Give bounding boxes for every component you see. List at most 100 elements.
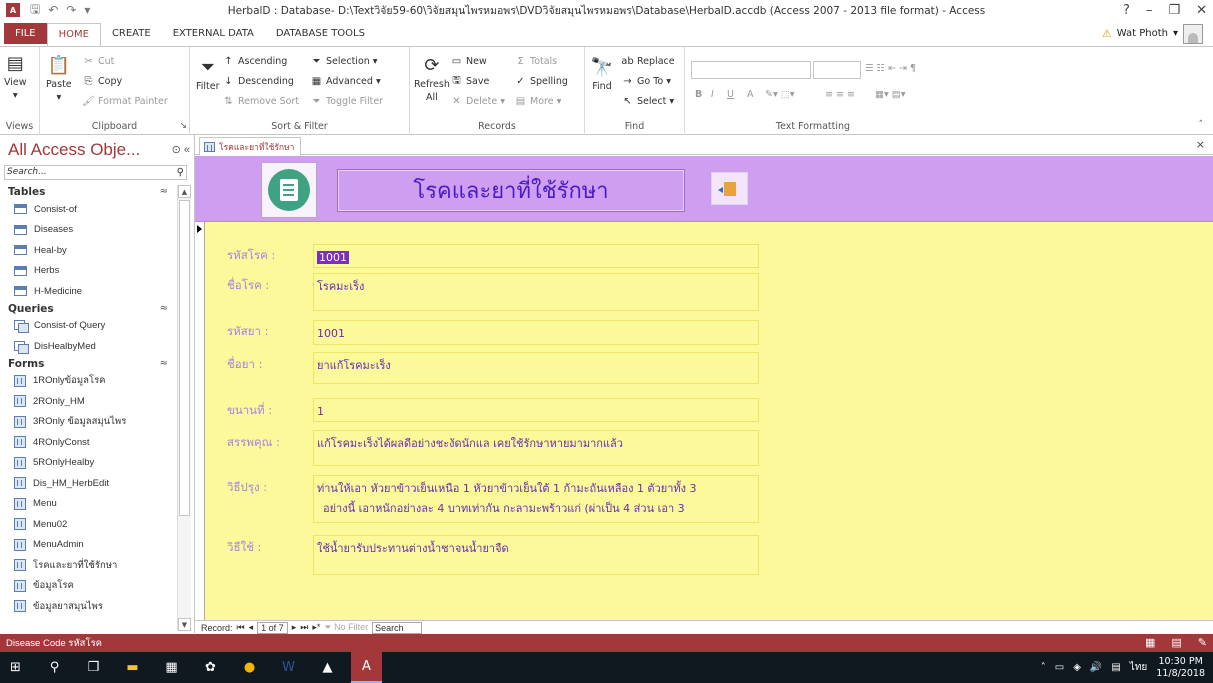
new-record-button[interactable]: ▭ New [450, 55, 487, 68]
nav-section-forms[interactable]: Forms ≈ [0, 357, 176, 371]
replace-button[interactable]: ab Replace [621, 55, 674, 68]
collapse-ribbon-icon[interactable]: ˄ [1199, 120, 1204, 130]
field-preparation[interactable]: ท่านให้เอา หัวยาข้าวเย็นเหนือ 1 หัวยาข้า… [313, 475, 759, 523]
chrome-icon[interactable]: ● [234, 652, 265, 683]
nav-item-form[interactable]: 1ROnlyข้อมูลโรค [0, 371, 176, 392]
more-button[interactable]: ▤ More ▾ [514, 95, 562, 108]
word-icon[interactable]: W [273, 652, 304, 683]
previous-record-icon[interactable]: ◂ [249, 622, 254, 633]
new-record-icon[interactable]: ▸* [312, 622, 320, 633]
nav-item-table[interactable]: Diseases [0, 220, 176, 241]
network-icon[interactable]: ◈ [1073, 662, 1081, 673]
sort-descending-button[interactable]: ↓ Descending [222, 75, 294, 88]
layout-view-icon[interactable]: ▤ [1171, 636, 1181, 649]
tab-database-tools[interactable]: DATABASE TOOLS [265, 23, 376, 44]
nav-pane-header[interactable]: All Access Obje... ⊙ « [0, 135, 194, 165]
app-icon[interactable]: ✿ [195, 652, 226, 683]
clock[interactable]: 10:30 PM 11/8/2018 [1156, 656, 1205, 680]
nav-item-form[interactable]: Dis_HM_HerbEdit [0, 473, 176, 494]
advanced-button[interactable]: ▦ Advanced ▾ [310, 75, 381, 88]
close-button[interactable]: ✕ [1196, 3, 1207, 18]
scroll-up-icon[interactable]: ▲ [178, 185, 191, 198]
nav-item-form[interactable]: Menu02 [0, 514, 176, 535]
font-color-button[interactable]: A [747, 89, 754, 100]
nav-section-queries[interactable]: Queries ≈ [0, 302, 176, 316]
nav-section-tables[interactable]: Tables ≈ [0, 185, 176, 199]
selection-button[interactable]: ⏷ Selection ▾ [310, 55, 378, 68]
font-size-dropdown[interactable] [813, 61, 861, 79]
customize-qat-icon[interactable]: ▾ [84, 3, 90, 17]
user-account[interactable]: ⚠ Wat Photh ▾ [1102, 20, 1203, 47]
delete-button[interactable]: ✕ Delete ▾ [450, 95, 505, 108]
last-record-icon[interactable]: ⏭ [300, 622, 308, 633]
bold-button[interactable]: B [695, 89, 702, 100]
chevron-up-icon[interactable]: ˄ [1041, 662, 1046, 673]
form-view-icon[interactable]: ▦ [1145, 636, 1155, 649]
battery-icon[interactable]: ▭ [1055, 662, 1064, 673]
first-record-icon[interactable]: ⏮ [237, 622, 245, 633]
record-selector[interactable] [195, 222, 205, 620]
nav-item-form[interactable]: โรคและยาที่ใช้รักษา [0, 555, 176, 576]
save-icon[interactable]: 🖫 [30, 0, 40, 21]
nav-pane-collapse-icon[interactable]: ⊙ « [172, 143, 190, 156]
nav-item-query[interactable]: Consist-of Query [0, 316, 176, 337]
save-record-button[interactable]: 🖫 Save [450, 75, 489, 88]
sort-ascending-button[interactable]: ↑ Ascending [222, 55, 287, 68]
nav-item-form[interactable]: ข้อมูลโรค [0, 576, 176, 597]
undo-icon[interactable]: ↶ [48, 3, 58, 17]
gridlines-button[interactable]: ▦▾ ▤▾ [875, 89, 906, 100]
nav-item-form[interactable]: ข้อมูลยาสมุนไพร [0, 596, 176, 617]
exit-form-button[interactable] [711, 172, 748, 205]
nav-item-query[interactable]: DisHealbyMed [0, 336, 176, 357]
field-medicine-name[interactable]: ยาแก้โรคมะเร็ง [313, 352, 759, 384]
help-button[interactable]: ? [1123, 3, 1130, 18]
language-indicator[interactable]: ไทย [1130, 660, 1147, 675]
nav-item-form[interactable]: 3ROnly ข้อมูลสมุนไพร [0, 412, 176, 433]
paste-button[interactable]: 📋 Paste ▾ [46, 53, 72, 104]
nav-item-form[interactable]: 5ROnlyHealby [0, 453, 176, 474]
list-buttons[interactable]: ☰ ☷ ⇤ ⇥ ¶ [865, 63, 916, 74]
field-disease-code[interactable]: 1001 [313, 244, 759, 268]
notification-icon[interactable]: ▤ [1111, 662, 1120, 673]
nav-scrollbar[interactable]: ▲ ▼ [177, 185, 191, 631]
document-tab-form[interactable]: โรคและยาที่ใช้รักษา [199, 137, 302, 156]
view-button[interactable]: ▤ View ▾ [4, 51, 27, 102]
file-explorer-icon[interactable]: ▬ [117, 652, 148, 683]
nav-search-input[interactable]: Search... ⚲ [4, 165, 187, 180]
field-properties[interactable]: แก้โรคมะเร็งได้ผลดีอย่างชะงัดนักแล เคยใช… [313, 430, 759, 466]
nav-item-form[interactable]: 4ROnlyConst [0, 432, 176, 453]
design-view-icon[interactable]: ✎ [1198, 636, 1207, 649]
scroll-down-icon[interactable]: ▼ [178, 618, 191, 631]
photos-icon[interactable]: ▲ [312, 652, 343, 683]
copy-button[interactable]: ⎘ Copy [82, 75, 123, 88]
format-painter-button[interactable]: 🖌 Format Painter [82, 95, 168, 108]
find-button[interactable]: 🔭 Find [591, 55, 613, 93]
toggle-filter-button[interactable]: ⏷ Toggle Filter [310, 95, 384, 108]
nav-item-form[interactable]: Menu [0, 494, 176, 515]
totals-button[interactable]: Σ Totals [514, 55, 557, 68]
goto-button[interactable]: → Go To ▾ [621, 75, 671, 88]
no-filter-button[interactable]: ⏷ No Filter [324, 622, 368, 633]
italic-button[interactable]: I [711, 89, 714, 100]
refresh-all-button[interactable]: ⟳ Refresh All [414, 53, 450, 104]
nav-item-table[interactable]: Herbs [0, 261, 176, 282]
restore-button[interactable]: ❐ [1168, 3, 1180, 18]
tab-home[interactable]: HOME [46, 23, 101, 47]
tab-file[interactable]: FILE [4, 23, 47, 44]
nav-item-table[interactable]: H-Medicine [0, 281, 176, 302]
field-formula-number[interactable]: 1 [313, 398, 759, 422]
underline-button[interactable]: U [727, 89, 734, 100]
field-disease-name[interactable]: โรคมะเร็ง [313, 273, 759, 311]
redo-icon[interactable]: ↷ [66, 3, 76, 17]
minimize-button[interactable]: – [1146, 3, 1153, 18]
volume-icon[interactable]: 🔊 [1090, 662, 1102, 673]
tab-external-data[interactable]: EXTERNAL DATA [162, 23, 265, 44]
access-app-icon[interactable]: A [6, 3, 20, 17]
current-record-input[interactable]: 1 of 7 [257, 621, 288, 634]
cut-button[interactable]: ✂ Cut [82, 55, 114, 68]
nav-item-table[interactable]: Consist-of [0, 199, 176, 220]
dialog-launcher-icon[interactable]: ↘ [179, 121, 187, 131]
field-medicine-code[interactable]: 1001 [313, 320, 759, 345]
record-search-input[interactable]: Search [372, 621, 423, 634]
remove-sort-button[interactable]: ⇅ Remove Sort [222, 95, 299, 108]
